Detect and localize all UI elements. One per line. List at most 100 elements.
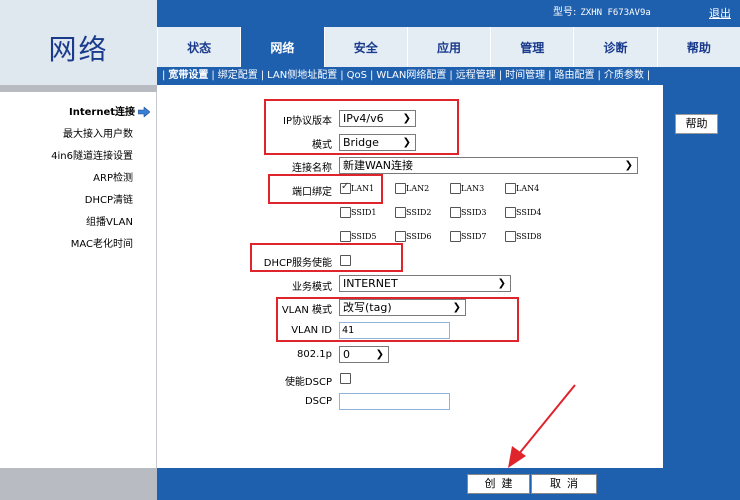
left-divider (156, 92, 157, 472)
subnav-item-2[interactable]: LAN侧地址配置 (267, 70, 337, 81)
highlight-box-vlan (276, 297, 519, 342)
leftnav-item-label: 最大接入用户数 (63, 129, 133, 140)
right-band (663, 85, 740, 500)
subnav-separator: | (260, 70, 265, 81)
service-mode-label: 业务模式 (292, 282, 332, 293)
subnav-item-6[interactable]: 时间管理 (505, 70, 545, 81)
port-checkbox-label: LAN2 (406, 184, 430, 193)
tab-5[interactable]: 诊断 (573, 27, 657, 67)
chevron-down-icon: ❯ (624, 160, 633, 171)
tab-2[interactable]: 安全 (323, 27, 407, 67)
port-checkbox-ssid4[interactable] (505, 207, 516, 218)
port-checkbox-label: SSID5 (351, 232, 377, 241)
help-button[interactable]: 帮助 (675, 114, 718, 134)
subnav-item-0[interactable]: 宽带设置 (168, 70, 208, 81)
leftnav-item-3[interactable]: ARP检测 (0, 170, 150, 192)
subnav-separator: | (597, 70, 601, 81)
logout-link[interactable]: 退出 (709, 5, 731, 21)
port-checkbox-ssid5[interactable] (340, 231, 351, 242)
bottom-left-band (0, 468, 157, 500)
leftnav-item-label: ARP检测 (93, 173, 133, 184)
tab-3[interactable]: 应用 (406, 27, 491, 67)
port-checkbox-label: SSID8 (516, 232, 542, 241)
port-checkbox-label: SSID4 (516, 208, 542, 217)
port-checkbox-ssid7[interactable] (450, 231, 461, 242)
subnav-separator: | (162, 70, 166, 81)
leftnav-item-1[interactable]: 最大接入用户数 (0, 126, 150, 148)
red-arrow-icon (508, 384, 576, 468)
tab-1[interactable]: 网络 (240, 27, 324, 67)
subnav-item-4[interactable]: WLAN网络配置 (376, 70, 446, 81)
subnav-separator: | (449, 70, 453, 81)
connection-name-value: 新建WAN连接 (343, 159, 414, 172)
dscp-input[interactable] (339, 393, 450, 410)
highlight-box-ip-mode (264, 99, 459, 155)
tab-0[interactable]: 状态 (157, 27, 241, 67)
subnav-item-8[interactable]: 介质参数 (604, 70, 644, 81)
leftnav-item-4[interactable]: DHCP清链 (0, 192, 150, 214)
subnav-separator: | (369, 70, 374, 81)
subnav-separator: | (548, 70, 552, 81)
left-nav: Internet连接最大接入用户数 4in6隧道连接设置 ARP检测 DHCP清链 组播… (0, 104, 150, 258)
tab-4[interactable]: 管理 (490, 27, 574, 67)
port-checkbox-lan4[interactable] (505, 183, 516, 194)
left-top-band (0, 85, 157, 92)
leftnav-item-label: DHCP清链 (84, 195, 133, 206)
tab-6[interactable]: 帮助 (656, 27, 740, 67)
section-title-logo: 网络 (48, 33, 109, 66)
create-button[interactable]: 创建 (467, 474, 530, 494)
chevron-down-icon: ❯ (497, 278, 506, 289)
chevron-down-icon: ❯ (375, 349, 384, 360)
port-checkbox-ssid6[interactable] (395, 231, 406, 242)
port-checkbox-label: SSID3 (461, 208, 487, 217)
leftnav-item-label: MAC老化时间 (70, 239, 133, 250)
model-label: 型号: (553, 7, 577, 18)
arrow-right-icon (138, 107, 150, 117)
connection-name-select[interactable]: 新建WAN连接 ❯ (339, 157, 638, 174)
highlight-box-dhcp (250, 243, 403, 272)
leftnav-item-6[interactable]: MAC老化时间 (0, 236, 150, 258)
logo-area: 网络 (0, 0, 157, 85)
service-mode-select[interactable]: INTERNET ❯ (339, 275, 511, 292)
port-checkbox-lan3[interactable] (450, 183, 461, 194)
leftnav-item-label: 组播VLAN (86, 217, 133, 228)
port-checkbox-label: SSID6 (406, 232, 432, 241)
subnav-separator: | (646, 70, 651, 81)
service-mode-value: INTERNET (343, 277, 398, 290)
port-checkbox-ssid3[interactable] (450, 207, 461, 218)
subnav-item-3[interactable]: QoS (347, 70, 367, 81)
subnav-separator: | (498, 70, 503, 81)
model-info: 型号: ZXHN F673AV9a (553, 3, 651, 18)
subnav-separator: | (211, 70, 215, 81)
dscp-enable-label: 使能DSCP (284, 377, 332, 388)
highlight-box-port-bind (268, 174, 383, 204)
port-checkbox-label: LAN3 (461, 184, 485, 193)
leftnav-item-label: 4in6隧道连接设置 (51, 151, 133, 162)
8021p-value: 0 (343, 348, 350, 361)
leftnav-item-2[interactable]: 4in6隧道连接设置 (0, 148, 150, 170)
model-value: ZXHN F673AV9a (580, 8, 651, 18)
port-checkbox-ssid2[interactable] (395, 207, 406, 218)
port-checkbox-label: SSID7 (461, 232, 487, 241)
dscp-label: DSCP (304, 396, 332, 407)
dscp-enable-checkbox[interactable] (340, 373, 351, 384)
port-checkbox-label: SSID1 (351, 208, 377, 217)
main-tabs: 状态 网络 安全 应用 管理 诊断 帮助 (157, 27, 740, 67)
leftnav-item-0[interactable]: Internet连接 (0, 104, 150, 126)
cancel-button[interactable]: 取消 (531, 474, 597, 494)
port-checkbox-ssid1[interactable] (340, 207, 351, 218)
subnav-separator: | (340, 70, 344, 81)
leftnav-item-label: Internet连接 (68, 107, 135, 118)
subnav-item-7[interactable]: 路由配置 (554, 70, 594, 81)
sub-nav: | 宽带设置 | 绑定配置 | LAN侧地址配置 | QoS | WLAN网络配置 | 远程管理 | 时间… (157, 67, 740, 85)
port-checkbox-label: LAN4 (516, 184, 540, 193)
8021p-select[interactable]: 0 ❯ (339, 346, 389, 363)
port-checkbox-ssid8[interactable] (505, 231, 516, 242)
port-checkbox-label: SSID2 (406, 208, 432, 217)
8021p-label: 802.1p (297, 349, 332, 360)
subnav-item-1[interactable]: 绑定配置 (218, 70, 258, 81)
port-checkbox-lan2[interactable] (395, 183, 406, 194)
leftnav-item-5[interactable]: 组播VLAN (0, 214, 150, 236)
top-bar: 型号: ZXHN F673AV9a 退出 (157, 0, 740, 27)
subnav-item-5[interactable]: 远程管理 (456, 70, 496, 81)
